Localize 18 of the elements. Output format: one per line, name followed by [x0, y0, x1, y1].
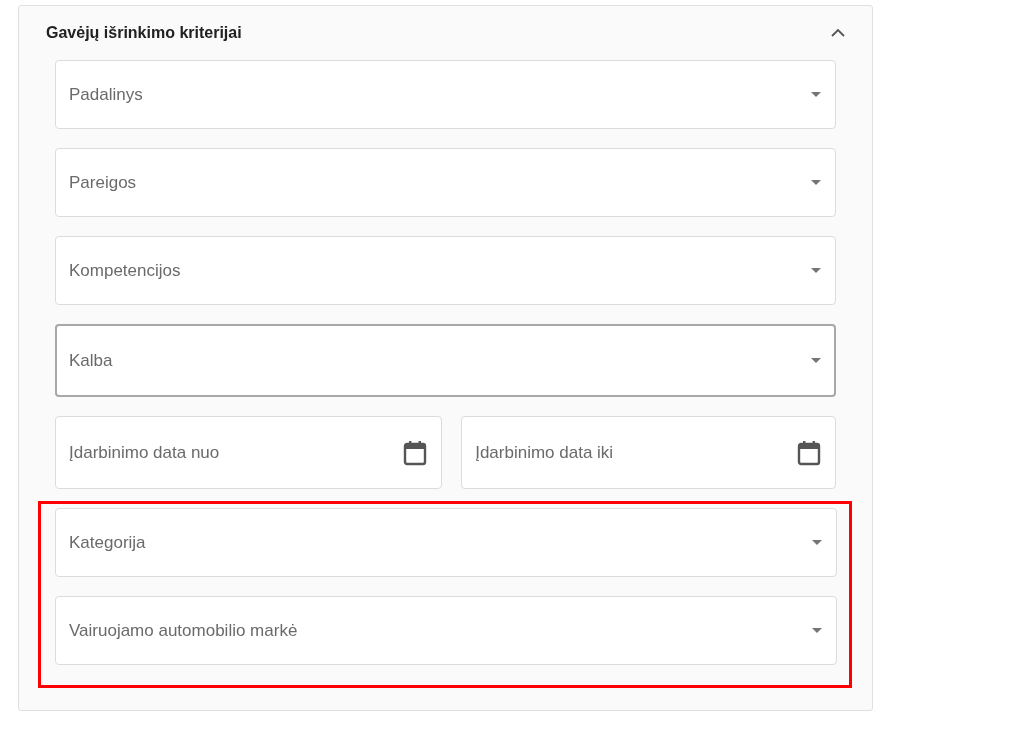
- select-field[interactable]: Kategorija: [55, 508, 837, 577]
- panel-title: Gavėjų išrinkimo kriterijai: [46, 23, 242, 43]
- caret-down-icon: [811, 180, 821, 185]
- caret-down-icon: [811, 358, 821, 363]
- caret-down-icon: [812, 540, 822, 545]
- calendar-icon: [403, 439, 428, 466]
- select-field[interactable]: Vairuojamo automobilio markė: [55, 596, 837, 665]
- chevron-up-icon[interactable]: [830, 28, 846, 38]
- select-field[interactable]: Kompetencijos: [55, 236, 836, 305]
- caret-down-icon: [812, 628, 822, 633]
- calendar-icon: [797, 439, 821, 466]
- date-field[interactable]: Įdarbinimo data nuo: [55, 416, 443, 489]
- caret-down-icon: [811, 92, 821, 97]
- date-field[interactable]: Įdarbinimo data iki: [461, 416, 836, 489]
- select-field[interactable]: Padalinys: [55, 60, 836, 129]
- select-field[interactable]: Pareigos: [55, 148, 836, 217]
- select-field[interactable]: Kalba: [55, 324, 836, 397]
- caret-down-icon: [811, 268, 821, 273]
